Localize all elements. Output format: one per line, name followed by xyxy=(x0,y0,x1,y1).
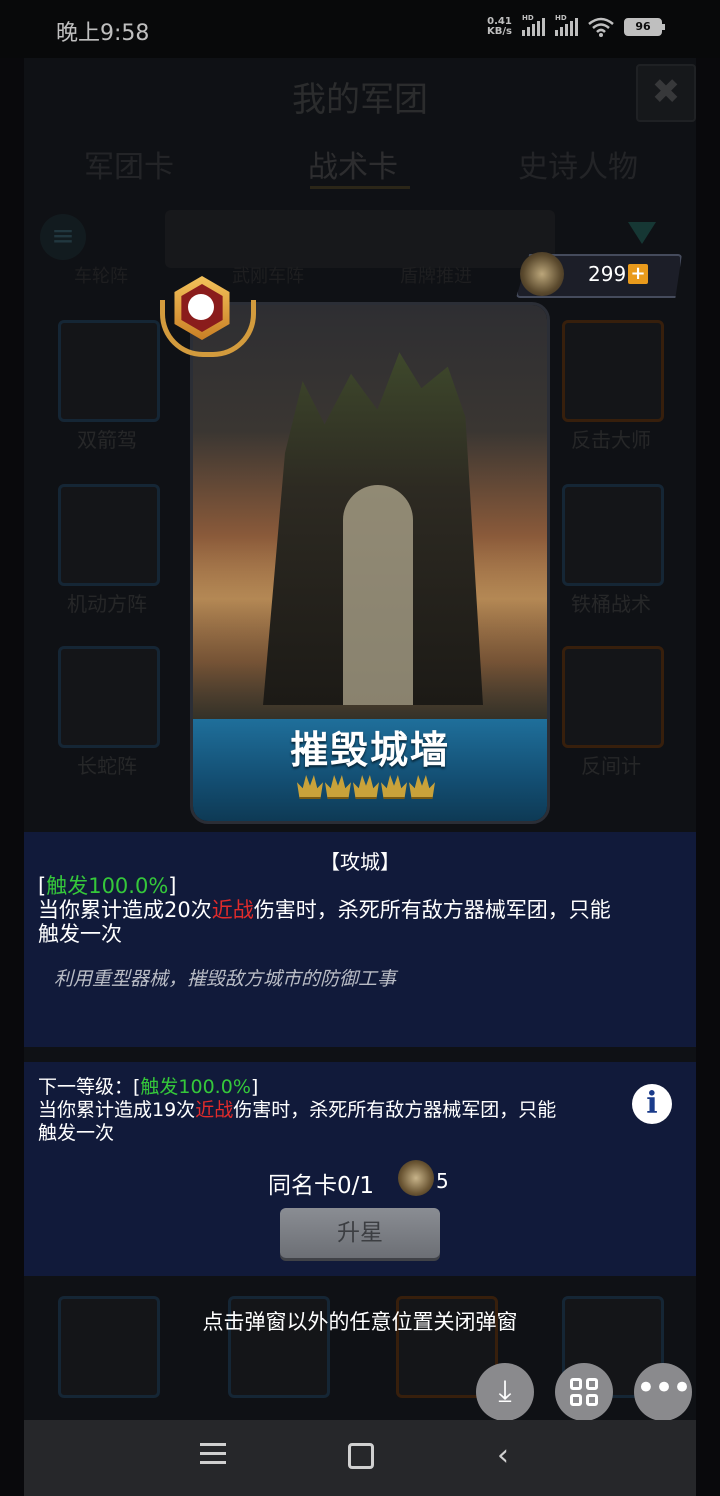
trigger-line: [触发100.0%] xyxy=(38,874,177,898)
upgrade-cost: 5 xyxy=(436,1169,449,1193)
bomb-icon xyxy=(188,294,214,320)
crown-icon xyxy=(297,775,323,799)
more-icon: ••• xyxy=(635,1368,692,1408)
card-category: 【攻城】 xyxy=(320,850,400,874)
download-icon: ⤓ xyxy=(498,1374,512,1409)
currency-value: 299 xyxy=(588,262,627,286)
arch-light xyxy=(343,485,413,705)
back-icon[interactable]: ‹ xyxy=(497,1438,509,1473)
download-button[interactable]: ⤓ xyxy=(476,1363,534,1421)
next-level-effect: 当你累计造成19次近战伤害时，杀死所有敌方器械军团，只能 xyxy=(38,1099,557,1121)
next-level-effect-cont: 触发一次 xyxy=(38,1122,115,1144)
apps-button[interactable] xyxy=(555,1363,613,1421)
legion-emblem-icon xyxy=(520,252,564,296)
effect-text: 当你累计造成20次近战伤害时，杀死所有敌方器械军团，只能 xyxy=(38,898,611,922)
add-currency-button[interactable]: + xyxy=(628,264,648,284)
flavor-text: 利用重型器械，摧毁敌方城市的防御工事 xyxy=(54,968,397,990)
card-name: 摧毁城墙 xyxy=(289,728,450,772)
tactic-card-detail: 摧毁城墙 xyxy=(190,302,550,824)
info-icon[interactable]: i xyxy=(632,1084,672,1124)
star-rating xyxy=(297,775,435,799)
more-button[interactable]: ••• xyxy=(634,1363,692,1421)
home-icon[interactable] xyxy=(348,1443,374,1469)
crown-icon xyxy=(353,775,379,799)
upgrade-star-button[interactable]: 升星 xyxy=(280,1208,440,1258)
legion-emblem-icon xyxy=(398,1160,434,1196)
close-hint: 点击弹窗以外的任意位置关闭弹窗 xyxy=(202,1310,518,1334)
effect-text-cont: 触发一次 xyxy=(38,922,122,946)
crown-icon xyxy=(409,775,435,799)
recent-apps-icon[interactable] xyxy=(200,1443,226,1470)
next-level-trigger: 下一等级：[触发100.0%] xyxy=(38,1076,259,1098)
crown-icon xyxy=(325,775,351,799)
crown-icon xyxy=(381,775,407,799)
duplicate-card-count: 同名卡0/1 xyxy=(268,1173,375,1199)
grid-icon xyxy=(570,1378,598,1406)
